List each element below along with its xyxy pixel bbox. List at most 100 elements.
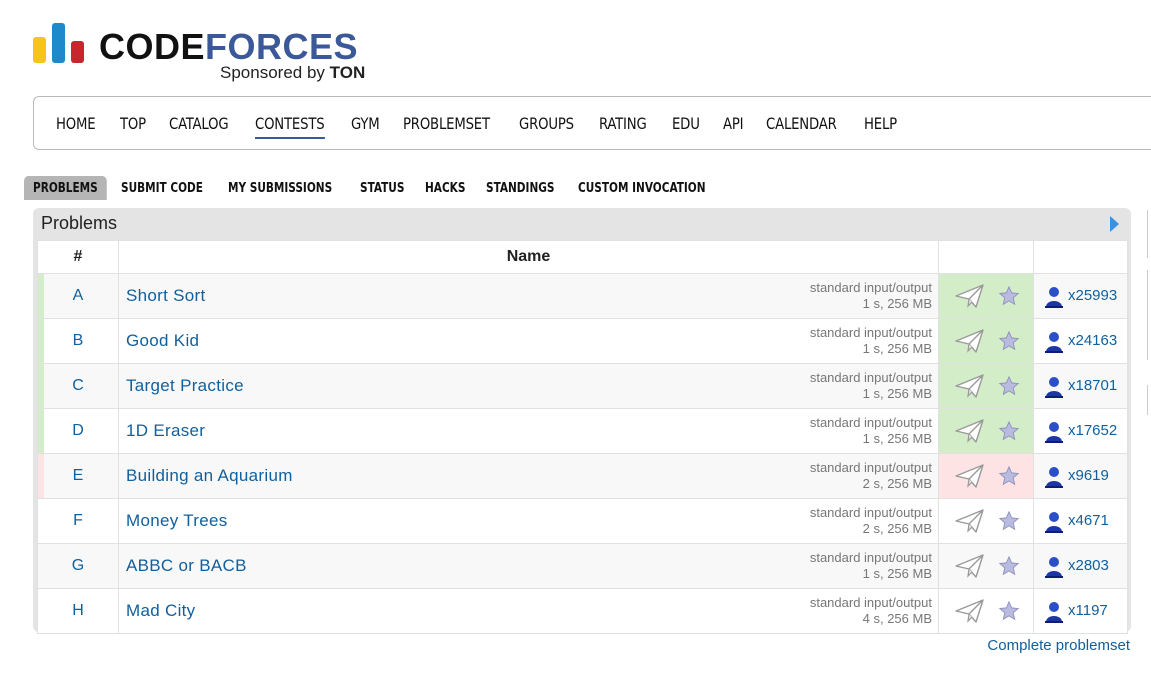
table-row: H Mad City standard input/output 4 s, 256 M… [37,588,1128,634]
problem-index-cell: E [37,453,119,499]
nav-item-contests[interactable]: CONTESTS [254,114,324,139]
header-name: Name [118,240,939,274]
actions-cell [938,543,1034,589]
time-memory-limits: 1 s, 256 MB [862,341,932,356]
nav-item-gym[interactable]: GYM [351,114,380,133]
problem-index-cell: F [37,498,119,544]
user-icon [1045,331,1063,357]
star-icon[interactable] [998,510,1020,536]
problem-index-cell: A [37,273,119,319]
tab-problems[interactable]: PROBLEMS [24,176,107,200]
solved-cell: x2803 [1033,543,1128,589]
problems-table: # Name A Short Sort standard input/output 1… [37,240,1128,634]
table-row: B Good Kid standard input/output 1 s, 256 M… [37,318,1128,364]
problem-index[interactable]: D [72,422,84,439]
nav-item-catalog[interactable]: CATALOG [169,114,229,133]
problem-index[interactable]: E [73,467,84,484]
tab-hacks[interactable]: HACKS [416,176,474,200]
solved-cell: x25993 [1033,273,1128,319]
header-solved [1033,240,1128,274]
solved-count-link[interactable]: x25993 [1068,287,1117,304]
paper-plane-icon[interactable] [955,284,985,312]
problem-index[interactable]: G [72,557,84,574]
complete-problemset-link[interactable]: Complete problemset [987,637,1130,654]
problem-name-cell: Short Sort standard input/output 1 s, 256 … [118,273,939,319]
problem-name-cell: Mad City standard input/output 4 s, 256 MB [118,588,939,634]
star-icon[interactable] [998,465,1020,491]
problem-name-cell: Good Kid standard input/output 1 s, 256 MB [118,318,939,364]
paper-plane-icon[interactable] [955,329,985,357]
toggle-arrow-icon[interactable] [1110,216,1119,232]
tab-my-submissions[interactable]: MY SUBMISSIONS [219,176,341,200]
problem-name-link[interactable]: Good Kid [126,331,199,351]
verdict-strip [38,319,44,363]
nav-item-api[interactable]: API [723,114,744,133]
nav-item-groups[interactable]: GROUPS [519,114,574,133]
solved-count-link[interactable]: x9619 [1068,467,1109,484]
star-icon[interactable] [998,420,1020,446]
sidebar-edge [1147,210,1151,258]
table-row: D 1D Eraser standard input/output 1 s, 256 … [37,408,1128,454]
problem-index[interactable]: B [73,332,84,349]
problem-index[interactable]: F [73,512,83,529]
tab-standings[interactable]: STANDINGS [477,176,563,200]
solved-count-link[interactable]: x2803 [1068,557,1109,574]
tab-status[interactable]: STATUS [351,176,413,200]
nav-item-calendar[interactable]: CALENDAR [766,114,837,133]
verdict-strip [38,364,44,408]
io-type: standard input/output [809,550,932,565]
problem-name-link[interactable]: Target Practice [126,376,244,396]
paper-plane-icon[interactable] [955,599,985,627]
nav-item-top[interactable]: TOP [120,114,146,133]
problem-index-cell: G [37,543,119,589]
solved-count-link[interactable]: x24163 [1068,332,1117,349]
tab-submit-code[interactable]: SUBMIT CODE [112,176,212,200]
sidebar-edge [1147,385,1151,415]
problem-name-link[interactable]: Mad City [126,601,195,621]
io-type: standard input/output [809,595,932,610]
problem-index[interactable]: H [72,602,84,619]
io-type: standard input/output [809,415,932,430]
nav-item-help[interactable]: HELP [864,114,897,133]
problem-name-link[interactable]: Short Sort [126,286,206,306]
star-icon[interactable] [998,600,1020,626]
problem-index[interactable]: A [73,287,84,304]
star-icon[interactable] [998,555,1020,581]
nav-item-home[interactable]: HOME [56,114,96,133]
problem-name-link[interactable]: ABBC or BACB [126,556,247,576]
problem-name-link[interactable]: Building an Aquarium [126,466,293,486]
nav-item-rating[interactable]: RATING [599,114,647,133]
codeforces-logo[interactable]: CODEFORCES Sponsored by TON [33,21,393,83]
actions-cell [938,453,1034,499]
user-icon [1045,286,1063,312]
table-row: A Short Sort standard input/output 1 s, 256… [37,273,1128,319]
io-type: standard input/output [809,370,932,385]
table-row: C Target Practice standard input/output 1 s… [37,363,1128,409]
paper-plane-icon[interactable] [955,374,985,402]
problem-index[interactable]: C [72,377,84,394]
star-icon[interactable] [998,330,1020,356]
sponsor-text: Sponsored by TON [220,63,366,82]
nav-item-problemset[interactable]: PROBLEMSET [403,114,490,133]
solved-count-link[interactable]: x4671 [1068,512,1109,529]
problem-name-link[interactable]: 1D Eraser [126,421,205,441]
problem-limits: standard input/output 2 s, 256 MB [810,460,932,492]
tab-custom-invocation[interactable]: CUSTOM INVOCATION [569,176,715,200]
problem-name-link[interactable]: Money Trees [126,511,228,531]
star-icon[interactable] [998,375,1020,401]
nav-item-edu[interactable]: EDU [672,114,700,133]
verdict-strip [38,274,44,318]
time-memory-limits: 1 s, 256 MB [862,431,932,446]
problem-limits: standard input/output 4 s, 256 MB [810,595,932,627]
paper-plane-icon[interactable] [955,419,985,447]
star-icon[interactable] [998,285,1020,311]
solved-count-link[interactable]: x1197 [1068,602,1108,619]
problem-limits: standard input/output 1 s, 256 MB [810,370,932,402]
solved-cell: x18701 [1033,363,1128,409]
solved-count-link[interactable]: x18701 [1068,377,1117,394]
paper-plane-icon[interactable] [955,464,985,492]
paper-plane-icon[interactable] [955,509,985,537]
solved-count-link[interactable]: x17652 [1068,422,1117,439]
paper-plane-icon[interactable] [955,554,985,582]
time-memory-limits: 1 s, 256 MB [862,386,932,401]
